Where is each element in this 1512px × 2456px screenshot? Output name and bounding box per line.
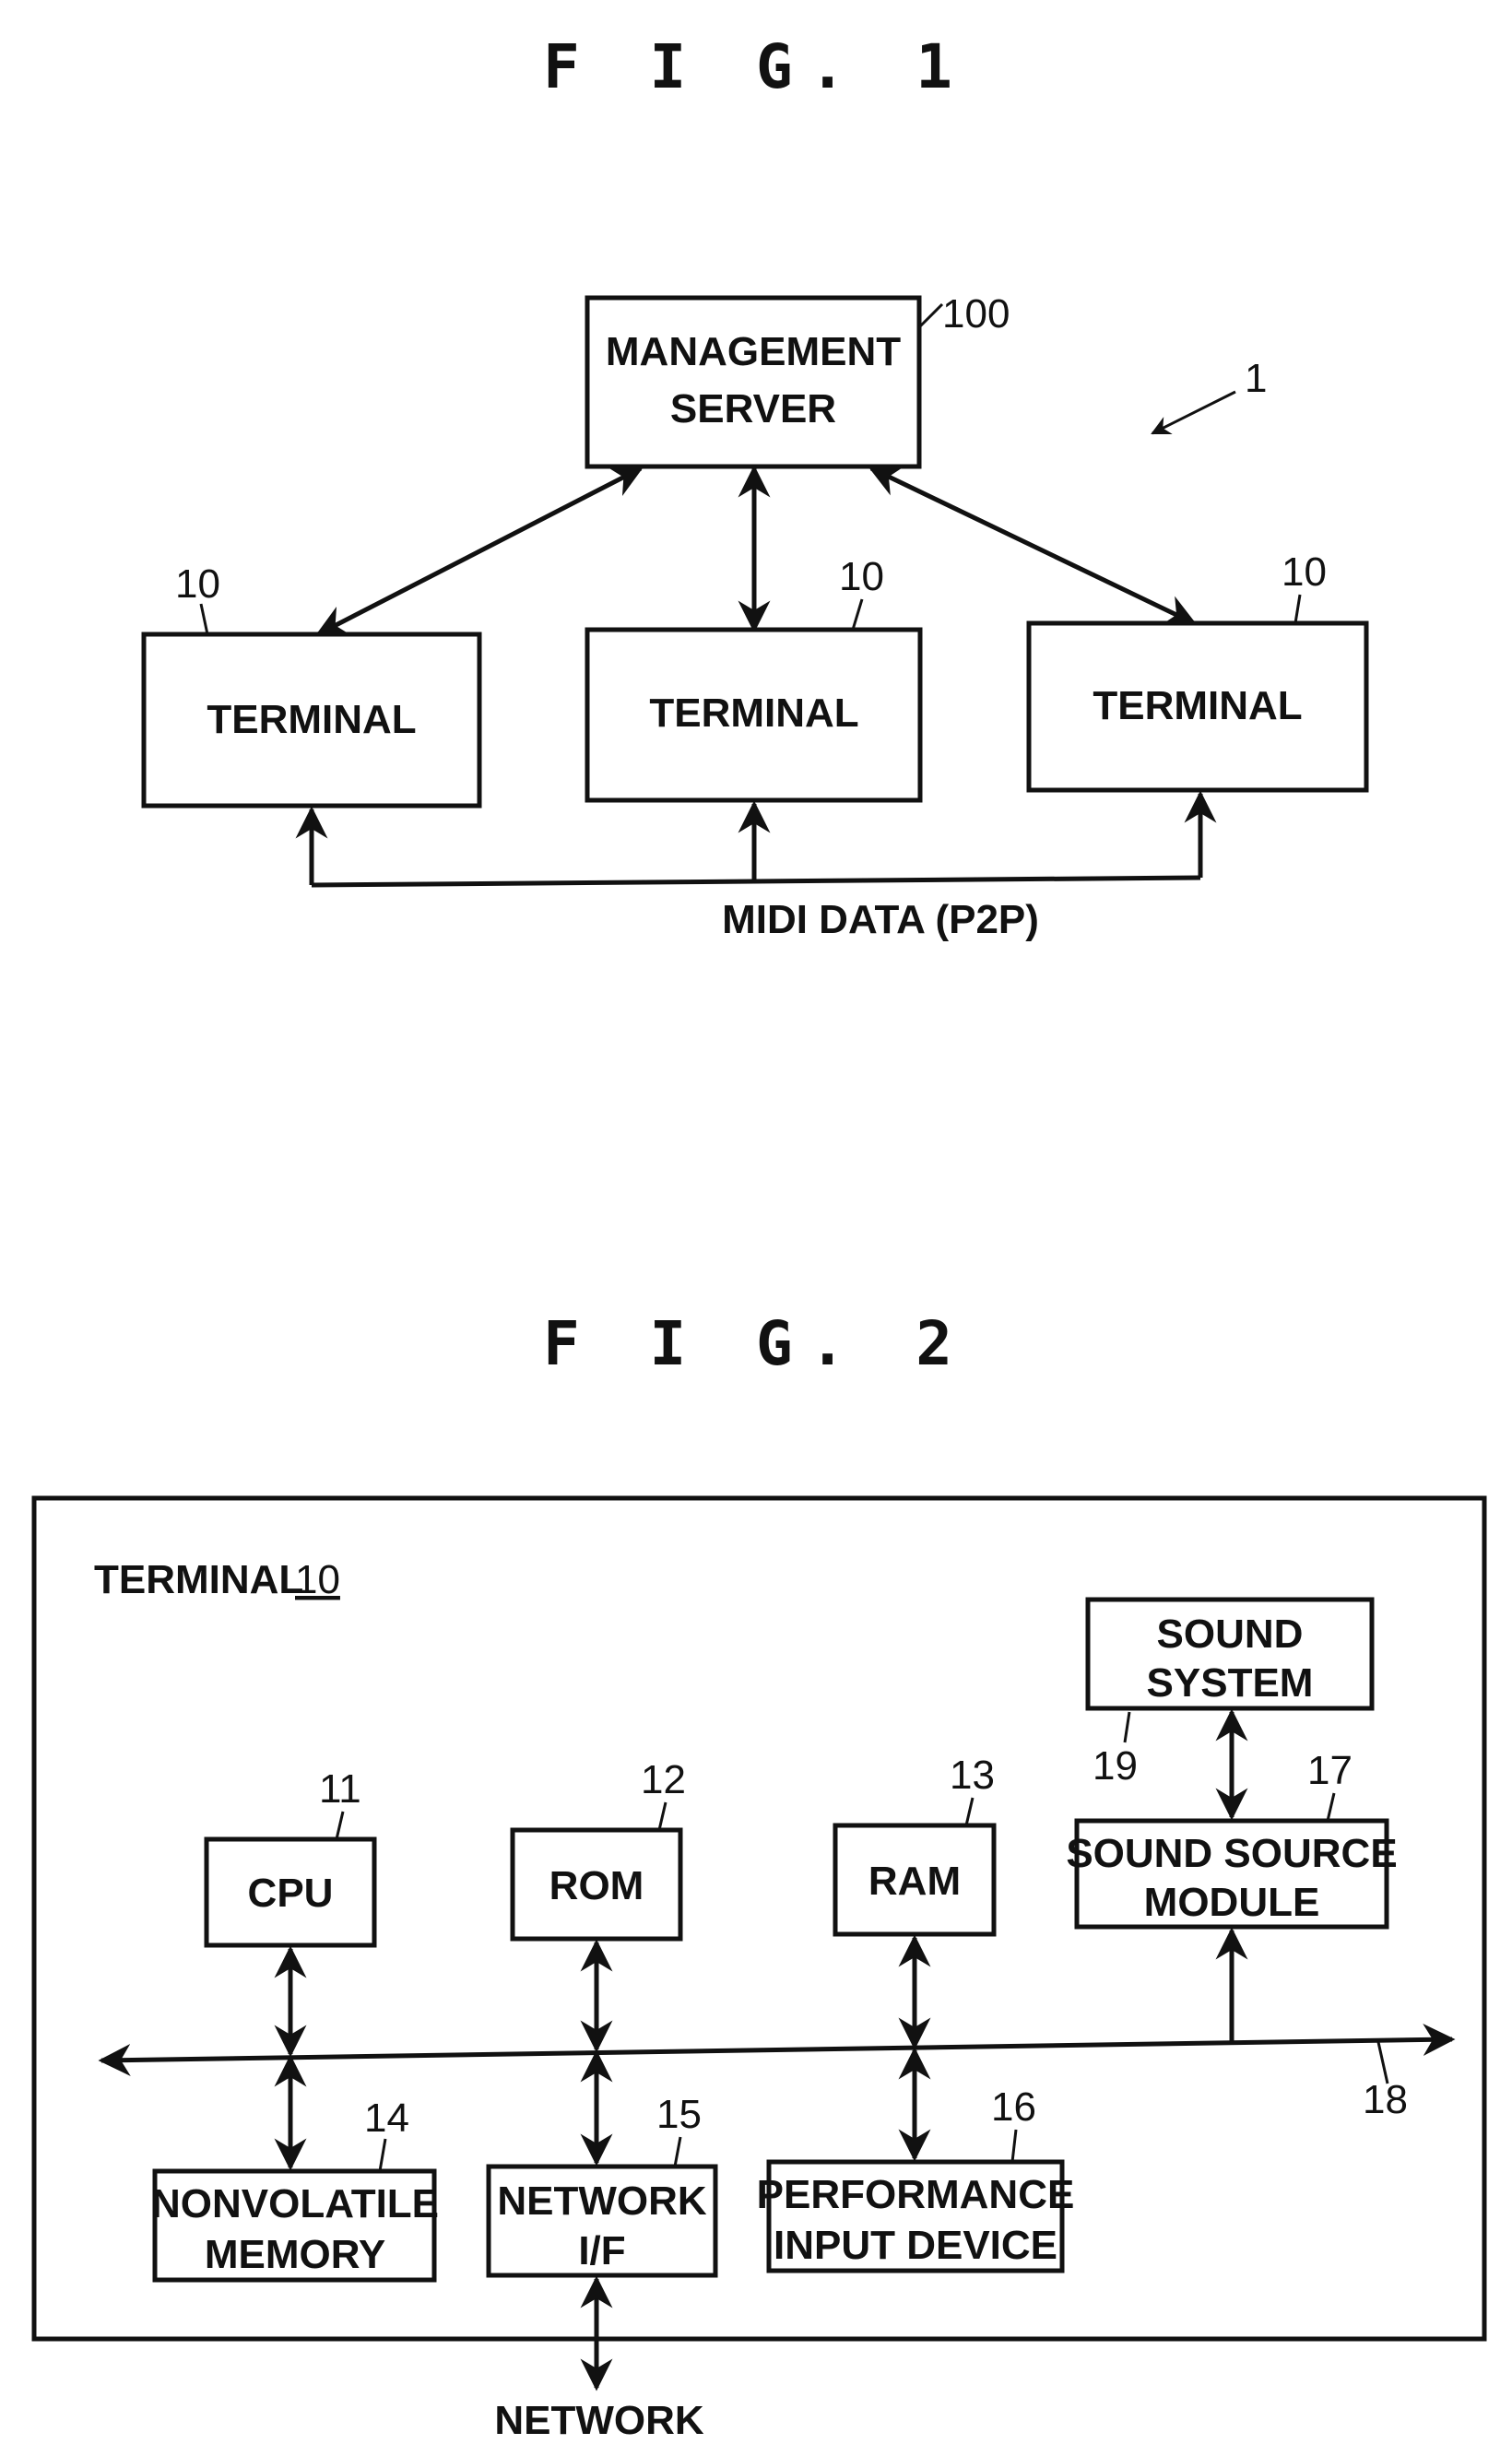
performance-line1: PERFORMANCE [757,2172,1075,2217]
cpu-label: CPU [248,1871,334,1916]
performance-line2: INPUT DEVICE [774,2223,1057,2268]
management-server-ref: 100 [942,291,1010,337]
management-server-line2: SERVER [670,386,836,431]
cpu-ref: 11 [319,1766,361,1812]
management-server-line1: MANAGEMENT [606,329,901,374]
patent-figure-sheet: F I G. 1 1 MANAGEMENT SERVER 100 TERMINA… [31,31,1487,2443]
sound-system-line2: SYSTEM [1147,1660,1314,1706]
sound-source-line1: SOUND SOURCE [1066,1831,1397,1876]
figure-1: F I G. 1 1 MANAGEMENT SERVER 100 TERMINA… [141,31,1369,942]
network-if-ref: 15 [656,2092,702,2137]
p2p-label: MIDI DATA (P2P) [722,897,1039,942]
nonvolatile-ref: 14 [364,2096,409,2141]
terminal-3-ref: 10 [1282,549,1327,595]
rom-label: ROM [549,1863,644,1908]
sound-system-line1: SOUND [1157,1612,1304,1657]
system-ref-label: 1 [1245,356,1267,401]
terminal-1-ref-leader [199,603,209,635]
terminal-3-label: TERMINAL [1093,683,1302,728]
performance-ref: 16 [991,2084,1036,2130]
terminal-1-label: TERMINAL [207,697,416,742]
terminal-2-ref-leader [851,598,864,631]
nonvolatile-line2: MEMORY [205,2232,385,2277]
management-server-block: MANAGEMENT SERVER 100 [585,291,1010,469]
terminal-2-label: TERMINAL [649,691,858,736]
nonvolatile-line1: NONVOLATILE [151,2181,439,2226]
figure-1-title: F I G. 1 [543,31,969,102]
network-label: NETWORK [494,2398,704,2443]
ram-label: RAM [868,1859,961,1904]
terminal-block-1: TERMINAL 10 [141,561,482,809]
sound-source-ref: 17 [1307,1748,1353,1793]
server-ref-leader [917,302,944,329]
terminal-container-ref: 10 [295,1557,340,1602]
terminal-2-ref: 10 [839,554,884,599]
terminal-container-label: TERMINAL [94,1557,303,1602]
bus-ref: 18 [1363,2077,1408,2122]
link-server-terminal-3 [868,466,1198,626]
terminal-1-ref: 10 [175,561,220,607]
terminal-block-3: TERMINAL 10 [1026,549,1369,793]
ram-ref: 13 [950,1753,995,1798]
system-ref-arrow [1151,390,1236,435]
link-server-terminal-1 [314,466,644,637]
figure-2: F I G. 2 TERMINAL 10 18 CPU 11 ROM 12 RA… [31,1308,1487,2443]
sound-system-ref: 19 [1093,1743,1138,1789]
network-if-line2: I/F [578,2228,625,2273]
rom-ref: 12 [641,1757,686,1802]
sound-source-line2: MODULE [1144,1880,1320,1925]
network-if-line1: NETWORK [497,2179,707,2224]
terminal-3-ref-leader [1293,594,1302,624]
figure-2-title: F I G. 2 [543,1308,969,1379]
